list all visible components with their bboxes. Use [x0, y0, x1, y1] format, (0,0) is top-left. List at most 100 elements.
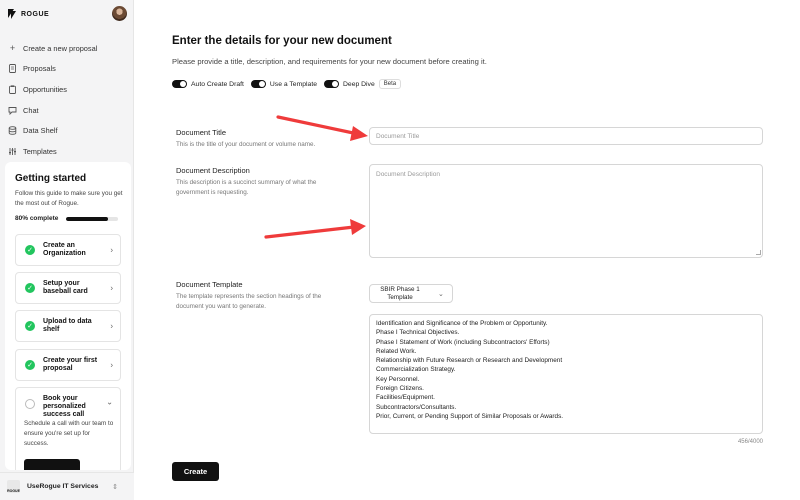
plus-icon: +: [9, 42, 16, 53]
progress-label: 80% complete: [15, 215, 59, 222]
annotation-arrow-icon: [264, 219, 366, 239]
step-label: Create an Organization: [43, 242, 86, 257]
section-line: Facilities/Equipment.: [376, 394, 435, 402]
resize-handle-icon[interactable]: [756, 250, 761, 255]
check-circle-icon: ✓: [25, 360, 35, 370]
section-line: Foreign Citizens.: [376, 385, 424, 393]
progress-bar-fill: [66, 216, 108, 221]
getting-started-subtitle: Follow this guide to make sure you get t…: [15, 190, 123, 207]
step-setup-baseball-card[interactable]: ✓ Setup your baseball card ›: [15, 272, 121, 304]
chevron-right-icon: ›: [110, 245, 113, 255]
toggle-use-template[interactable]: Use a Template: [250, 80, 317, 88]
section-line: Prior, Current, or Pending Support of Si…: [376, 412, 564, 420]
sidebar-item-label: Templates: [23, 146, 57, 156]
section-line: Key Personnel.: [376, 375, 420, 383]
step-label: Create your first proposal: [43, 357, 98, 372]
step-label: Book your personalized success call: [43, 395, 86, 418]
sidebar-item-label: Data Shelf: [23, 126, 58, 136]
template-select-value: SBIR Phase 1 Template: [380, 285, 420, 301]
toggle-auto-create-draft[interactable]: Auto Create Draft: [172, 80, 244, 88]
character-counter: 456/4000: [737, 439, 763, 445]
sidebar-item-label: Opportunities: [23, 84, 67, 94]
toggle-switch[interactable]: [324, 80, 339, 88]
main-content: Enter the details for your new document …: [134, 0, 800, 500]
document-icon: [8, 64, 17, 74]
step-upload-data-shelf[interactable]: ✓ Upload to data shelf ›: [15, 310, 121, 342]
chat-icon: [8, 106, 17, 115]
chevron-down-icon: ⌄: [106, 397, 113, 407]
user-avatar[interactable]: [112, 6, 127, 21]
org-logo-text: ROGUE: [7, 489, 20, 493]
step-description: Schedule a call with our team to ensure …: [24, 420, 114, 447]
sidebar-item-label: Proposals: [23, 64, 56, 74]
options-toggles: Auto Create Draft Use a Template Deep Di…: [172, 79, 402, 89]
org-logo: ROGUE: [7, 480, 20, 493]
getting-started-title: Getting started: [15, 173, 87, 184]
create-button[interactable]: Create: [172, 462, 219, 481]
sidebar-item-opportunities[interactable]: Opportunities: [0, 79, 134, 100]
getting-started-panel: Getting started Follow this guide to mak…: [5, 162, 131, 470]
check-circle-icon: ✓: [25, 245, 35, 255]
org-switcher[interactable]: ROGUE UseRogue IT Services ⇕: [0, 472, 134, 500]
sidebar-item-create-proposal[interactable]: + Create a new proposal: [0, 38, 134, 59]
document-template-help: The template represents the section head…: [176, 293, 322, 310]
sidebar: ROGUE + Create a new proposal Proposals …: [0, 0, 134, 500]
chevron-right-icon: ›: [110, 321, 113, 331]
sidebar-item-label: Create a new proposal: [23, 43, 98, 53]
empty-circle-icon: [25, 399, 35, 409]
toggle-deep-dive[interactable]: Deep Dive: [324, 80, 375, 88]
document-description-help: This description is a succinct summary o…: [176, 179, 317, 196]
document-title-input[interactable]: [369, 127, 763, 145]
check-circle-icon: ✓: [25, 321, 35, 331]
toggle-switch[interactable]: [172, 80, 187, 88]
section-line: Identification and Significance of the P…: [376, 320, 548, 327]
sidebar-item-label: Chat: [23, 105, 39, 115]
section-line: Commercialization Strategy.: [376, 366, 456, 374]
toggle-label: Auto Create Draft: [191, 80, 244, 88]
sliders-icon: [8, 147, 17, 156]
sidebar-nav: + Create a new proposal Proposals Opport…: [0, 38, 134, 162]
section-line: Relationship with Future Research or Res…: [376, 357, 563, 365]
app-logo[interactable]: ROGUE: [8, 9, 49, 19]
progress-bar: [66, 216, 119, 221]
chevron-up-down-icon: ⇕: [112, 483, 118, 491]
toggle-switch[interactable]: [250, 80, 266, 88]
sidebar-item-chat[interactable]: Chat: [0, 100, 134, 121]
document-title-label: Document Title: [176, 128, 227, 137]
step-create-first-proposal[interactable]: ✓ Create your first proposal ›: [15, 349, 121, 381]
sidebar-item-data-shelf[interactable]: Data Shelf: [0, 120, 134, 141]
sidebar-item-templates[interactable]: Templates: [0, 141, 134, 162]
rogue-logo-icon: [8, 9, 18, 19]
document-description-input[interactable]: [369, 164, 763, 258]
document-title-help: This is the title of your document or vo…: [176, 141, 316, 148]
document-template-label: Document Template: [176, 280, 243, 289]
page-title: Enter the details for your new document: [172, 35, 392, 47]
chevron-right-icon: ›: [110, 360, 113, 370]
check-circle-icon: ✓: [25, 283, 35, 293]
progress-row: 80% complete: [15, 215, 119, 222]
step-create-organization[interactable]: ✓ Create an Organization ›: [15, 234, 121, 266]
step-label: Setup your baseball card: [43, 280, 88, 295]
logo-text: ROGUE: [21, 10, 50, 18]
document-description-label: Document Description: [176, 166, 250, 175]
template-select[interactable]: SBIR Phase 1 Template ⌄: [369, 284, 453, 303]
section-line: Phase I Technical Objectives.: [376, 329, 460, 337]
org-name: UseRogue IT Services: [27, 483, 99, 490]
database-icon: [8, 126, 17, 135]
step-book-success-call[interactable]: Book your personalized success call ⌄ Sc…: [15, 387, 121, 470]
section-line: Subcontractors/Consultants.: [376, 403, 457, 411]
app-root: ROGUE + Create a new proposal Proposals …: [0, 0, 800, 500]
template-sections-textarea[interactable]: Identification and Significance of the P…: [369, 314, 763, 434]
section-line: Related Work.: [376, 347, 417, 355]
clipboard-icon: [8, 85, 17, 94]
book-call-button[interactable]: [24, 459, 80, 470]
sidebar-item-proposals[interactable]: Proposals: [0, 59, 134, 80]
page-subtitle: Please provide a title, description, and…: [172, 57, 487, 66]
chevron-down-icon: ⌄: [438, 290, 444, 298]
toggle-label: Deep Dive: [343, 80, 375, 88]
step-label: Upload to data shelf: [43, 318, 92, 333]
chevron-right-icon: ›: [110, 283, 113, 293]
toggle-label: Use a Template: [269, 80, 317, 88]
section-line: Phase I Statement of Work (including Sub…: [376, 338, 550, 346]
beta-badge: Beta: [378, 79, 402, 89]
